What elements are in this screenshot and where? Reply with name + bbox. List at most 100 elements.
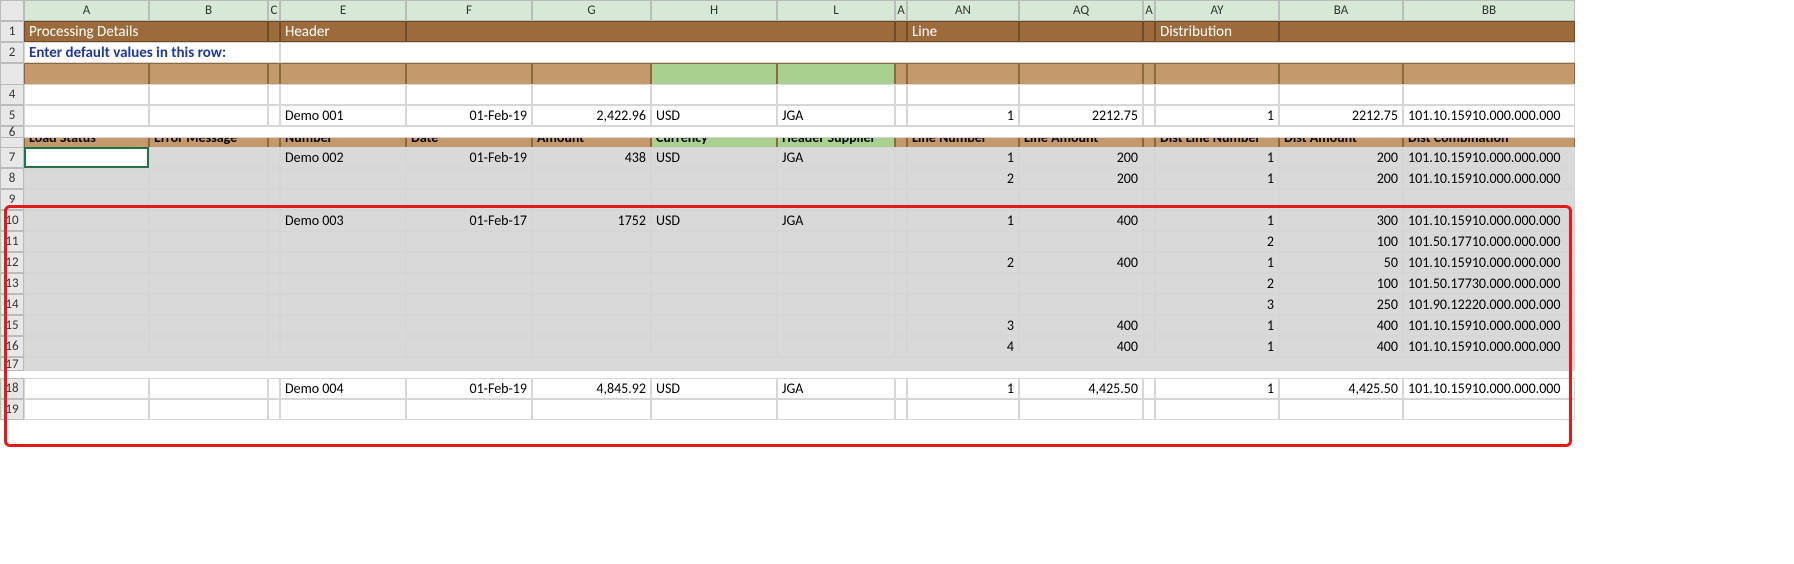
cell[interactable] (406, 231, 532, 252)
cell[interactable] (268, 378, 280, 399)
cell[interactable] (777, 84, 895, 105)
cell[interactable] (651, 315, 777, 336)
cell[interactable] (406, 315, 532, 336)
cell[interactable] (24, 273, 149, 294)
cell[interactable] (651, 189, 777, 210)
cell[interactable] (149, 315, 268, 336)
cell[interactable] (406, 168, 532, 189)
col-hdr-L[interactable]: L (777, 0, 895, 21)
cell-inv-no[interactable]: Demo 002 (280, 147, 406, 168)
cell[interactable] (280, 336, 406, 357)
cell[interactable] (895, 210, 907, 231)
cell[interactable] (532, 189, 651, 210)
row2-rest[interactable] (280, 42, 1575, 63)
cell[interactable] (280, 273, 406, 294)
col-hdr-AQ[interactable]: AQ (1019, 0, 1143, 21)
cell-inv-amt[interactable]: 438 (532, 147, 651, 168)
cell-comb[interactable]: 101.10.15910.000.000.000 (1403, 378, 1575, 399)
cell-damt[interactable]: 100 (1279, 273, 1403, 294)
cell[interactable] (1143, 378, 1155, 399)
cell[interactable] (651, 294, 777, 315)
cell[interactable] (1143, 315, 1155, 336)
cell[interactable] (149, 105, 268, 126)
cell-comb[interactable]: 101.10.15910.000.000.000 (1403, 252, 1575, 273)
row-hdr-1[interactable]: 1 (0, 21, 24, 42)
cell[interactable] (532, 399, 651, 420)
row-hdr-15[interactable]: 15 (0, 315, 24, 336)
cell[interactable] (24, 357, 1575, 371)
cell-lamt[interactable]: 2212.75 (1019, 105, 1143, 126)
cell-damt[interactable]: 2212.75 (1279, 105, 1403, 126)
cell-lamt[interactable]: 400 (1019, 336, 1143, 357)
cell[interactable] (907, 399, 1019, 420)
cell[interactable] (24, 315, 149, 336)
cell[interactable] (268, 168, 280, 189)
cell[interactable] (532, 336, 651, 357)
cell[interactable] (1019, 273, 1143, 294)
cell-damt[interactable]: 400 (1279, 315, 1403, 336)
cell[interactable] (895, 273, 907, 294)
cell[interactable] (149, 252, 268, 273)
cell[interactable] (1143, 252, 1155, 273)
cell[interactable] (280, 252, 406, 273)
row-hdr-9[interactable]: 9 (0, 189, 24, 210)
cell-inv-amt[interactable]: 1752 (532, 210, 651, 231)
cell[interactable] (149, 399, 268, 420)
cell[interactable] (24, 168, 149, 189)
row-hdr-12[interactable]: 12 (0, 252, 24, 273)
cell-comb[interactable]: 101.10.15910.000.000.000 (1403, 315, 1575, 336)
cell-dln[interactable]: 1 (1155, 147, 1279, 168)
cell-comb[interactable]: 101.10.15910.000.000.000 (1403, 210, 1575, 231)
cell[interactable] (24, 105, 149, 126)
cell-dln[interactable]: 2 (1155, 231, 1279, 252)
cell-lamt[interactable]: 200 (1019, 147, 1143, 168)
cell[interactable] (268, 315, 280, 336)
cell[interactable] (532, 315, 651, 336)
row-hdr-2[interactable]: 2 (0, 42, 24, 63)
col-hdr-AW[interactable]: A (1143, 0, 1155, 21)
cell-lamt[interactable]: 400 (1019, 315, 1143, 336)
cell-sup[interactable]: JGA (777, 378, 895, 399)
row-hdr-8[interactable]: 8 (0, 168, 24, 189)
cell[interactable] (406, 252, 532, 273)
cell[interactable] (268, 210, 280, 231)
cell[interactable] (268, 147, 280, 168)
cell[interactable] (1279, 84, 1403, 105)
cell[interactable] (280, 168, 406, 189)
cell[interactable] (149, 378, 268, 399)
cell-sup[interactable]: JGA (777, 147, 895, 168)
cell-ln[interactable]: 3 (907, 315, 1019, 336)
cell[interactable] (1155, 189, 1279, 210)
cell-cur[interactable]: USD (651, 105, 777, 126)
cell[interactable] (651, 336, 777, 357)
cell[interactable] (651, 252, 777, 273)
col-hdr-G[interactable]: G (532, 0, 651, 21)
cell-ln[interactable]: 4 (907, 336, 1019, 357)
cell[interactable] (24, 84, 149, 105)
cell[interactable] (777, 399, 895, 420)
cell[interactable] (24, 378, 149, 399)
col-hdr-AY[interactable]: AY (1155, 0, 1279, 21)
cell-damt[interactable]: 50 (1279, 252, 1403, 273)
row-hdr-19[interactable]: 19 (0, 399, 24, 420)
cell[interactable] (1403, 84, 1575, 105)
col-hdr-AL[interactable]: A (895, 0, 907, 21)
cell[interactable] (268, 231, 280, 252)
cell[interactable] (651, 273, 777, 294)
cell[interactable] (777, 336, 895, 357)
cell[interactable] (268, 84, 280, 105)
cell[interactable] (777, 252, 895, 273)
row-hdr-6[interactable]: 6 (0, 126, 24, 138)
cell[interactable] (268, 273, 280, 294)
row-hdr-13[interactable]: 13 (0, 273, 24, 294)
cell-damt[interactable]: 200 (1279, 168, 1403, 189)
cell-lamt[interactable]: 4,425.50 (1019, 378, 1143, 399)
cell-dln[interactable]: 1 (1155, 336, 1279, 357)
cell-sup[interactable]: JGA (777, 105, 895, 126)
cell[interactable] (406, 399, 532, 420)
cell-damt[interactable]: 4,425.50 (1279, 378, 1403, 399)
cell-comb[interactable]: 101.10.15910.000.000.000 (1403, 105, 1575, 126)
col-hdr-BB[interactable]: BB (1403, 0, 1575, 21)
cell[interactable] (280, 294, 406, 315)
cell[interactable] (1155, 84, 1279, 105)
